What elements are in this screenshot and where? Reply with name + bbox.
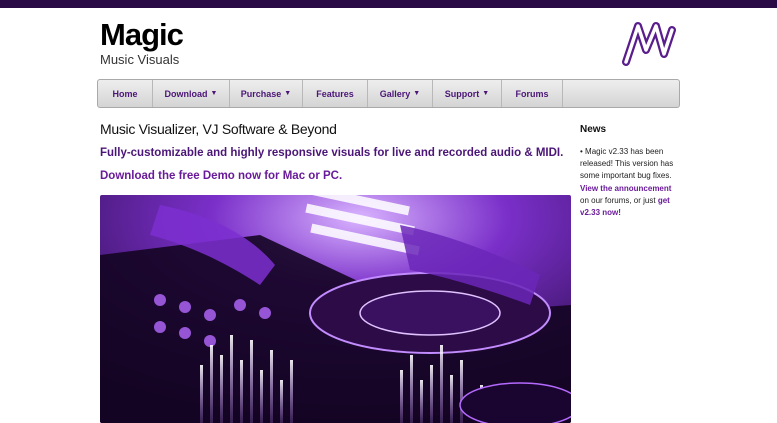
main-nav: Home Download ▼ Purchase ▼ Features Galler… xyxy=(97,79,680,108)
page-headline: Music Visualizer, VJ Software & Beyond xyxy=(100,121,337,137)
nav-purchase[interactable]: Purchase ▼ xyxy=(230,80,303,107)
nav-features-label: Features xyxy=(316,88,354,99)
download-demo-link[interactable]: Download the free Demo now for Mac or PC… xyxy=(100,170,342,182)
news-heading: News xyxy=(580,124,607,135)
nav-forums-label: Forums xyxy=(515,88,549,99)
nav-home[interactable]: Home xyxy=(98,80,153,107)
tagline: Fully-customizable and highly responsive… xyxy=(100,147,564,159)
nav-features[interactable]: Features xyxy=(303,80,368,107)
caret-down-icon: ▼ xyxy=(284,90,292,97)
caret-down-icon: ▼ xyxy=(413,90,421,97)
hero-dj-image xyxy=(100,195,571,423)
brand-subtitle: Music Visuals xyxy=(100,52,180,67)
caret-down-icon: ▼ xyxy=(210,90,218,97)
nav-download-label: Download xyxy=(164,88,208,99)
news-text-2: on our forums, or just xyxy=(580,195,658,205)
caret-down-icon: ▼ xyxy=(482,90,490,97)
brand-title: Magic xyxy=(100,17,184,52)
nav-support[interactable]: Support ▼ xyxy=(433,80,502,107)
nav-gallery[interactable]: Gallery ▼ xyxy=(368,80,433,107)
top-bar xyxy=(0,0,777,8)
news-text-1: • Magic v2.33 has been released! This ve… xyxy=(580,147,674,181)
magic-m-logo-icon[interactable] xyxy=(620,20,678,66)
nav-home-label: Home xyxy=(112,88,138,99)
nav-forums[interactable]: Forums xyxy=(502,80,563,107)
nav-support-label: Support xyxy=(444,88,480,99)
brand[interactable]: Magic Music Visuals xyxy=(100,17,184,68)
view-announcement-link[interactable]: View the announcement xyxy=(580,184,671,193)
nav-purchase-label: Purchase xyxy=(240,88,282,99)
news-item: • Magic v2.33 has been released! This ve… xyxy=(580,146,680,219)
nav-download[interactable]: Download ▼ xyxy=(153,80,230,107)
nav-gallery-label: Gallery xyxy=(379,88,411,99)
